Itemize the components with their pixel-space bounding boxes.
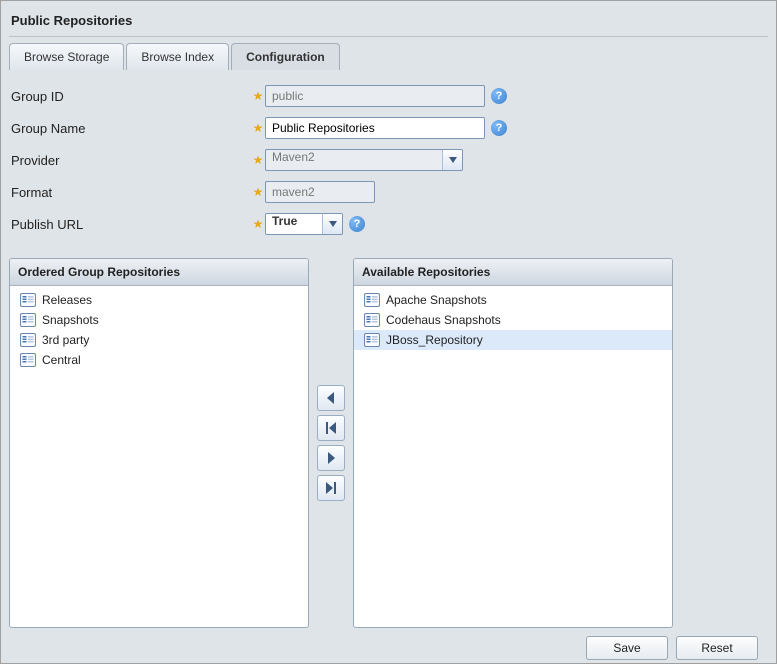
repository-icon — [20, 293, 36, 307]
tab-configuration[interactable]: Configuration — [231, 43, 340, 70]
required-icon: ★ — [251, 89, 265, 103]
reset-button[interactable]: Reset — [676, 636, 758, 660]
repository-icon — [364, 293, 380, 307]
list-item[interactable]: Snapshots — [10, 310, 308, 330]
required-icon: ★ — [251, 185, 265, 199]
publish-url-select[interactable]: True — [265, 213, 343, 235]
required-icon: ★ — [251, 217, 265, 231]
list-item[interactable]: JBoss_Repository — [354, 330, 672, 350]
help-icon[interactable]: ? — [491, 120, 507, 136]
provider-label: Provider — [11, 153, 251, 168]
format-label: Format — [11, 185, 251, 200]
required-icon: ★ — [251, 121, 265, 135]
save-button[interactable]: Save — [586, 636, 668, 660]
list-item-label: JBoss_Repository — [386, 333, 483, 347]
help-icon[interactable]: ? — [349, 216, 365, 232]
move-all-left-button[interactable] — [317, 415, 345, 441]
available-list-header: Available Repositories — [354, 259, 672, 286]
repository-icon — [20, 333, 36, 347]
list-item-label: Apache Snapshots — [386, 293, 487, 307]
tab-browse-index[interactable]: Browse Index — [126, 43, 229, 70]
chevron-down-icon[interactable] — [322, 214, 342, 234]
config-form: Group ID ★ public ? Group Name ★ ? Provi… — [9, 70, 768, 240]
group-name-field[interactable] — [265, 117, 485, 139]
list-item[interactable]: Apache Snapshots — [354, 290, 672, 310]
ordered-repos-list: Ordered Group Repositories Releases Snaps… — [9, 258, 309, 628]
provider-select: Maven2 — [265, 149, 463, 171]
publish-url-label: Publish URL — [11, 217, 251, 232]
transfer-picker: Ordered Group Repositories Releases Snaps… — [9, 258, 768, 628]
repository-icon — [364, 333, 380, 347]
move-left-button[interactable] — [317, 385, 345, 411]
list-item-label: Codehaus Snapshots — [386, 313, 501, 327]
available-repos-list: Available Repositories Apache Snapshots C… — [353, 258, 673, 628]
required-icon: ★ — [251, 153, 265, 167]
format-field: maven2 — [265, 181, 375, 203]
transfer-buttons — [317, 385, 345, 501]
list-item[interactable]: 3rd party — [10, 330, 308, 350]
repository-icon — [364, 313, 380, 327]
ordered-list-header: Ordered Group Repositories — [10, 259, 308, 286]
group-id-field: public — [265, 85, 485, 107]
available-list-body[interactable]: Apache Snapshots Codehaus Snapshots JBoss_… — [354, 286, 672, 627]
footer-buttons: Save Reset — [9, 628, 768, 660]
group-name-label: Group Name — [11, 121, 251, 136]
group-id-label: Group ID — [11, 89, 251, 104]
list-item[interactable]: Codehaus Snapshots — [354, 310, 672, 330]
chevron-down-icon — [442, 150, 462, 170]
list-item[interactable]: Central — [10, 350, 308, 370]
panel-title: Public Repositories — [9, 9, 768, 37]
help-icon[interactable]: ? — [491, 88, 507, 104]
move-all-right-button[interactable] — [317, 475, 345, 501]
tab-bar: Browse Storage Browse Index Configuratio… — [9, 37, 768, 70]
list-item-label: Central — [42, 353, 81, 367]
repository-config-panel: Public Repositories Browse Storage Brows… — [9, 9, 768, 660]
repository-icon — [20, 353, 36, 367]
list-item-label: Releases — [42, 293, 92, 307]
ordered-list-body[interactable]: Releases Snapshots 3rd party Central — [10, 286, 308, 627]
list-item[interactable]: Releases — [10, 290, 308, 310]
list-item-label: 3rd party — [42, 333, 89, 347]
list-item-label: Snapshots — [42, 313, 99, 327]
tab-browse-storage[interactable]: Browse Storage — [9, 43, 124, 70]
move-right-button[interactable] — [317, 445, 345, 471]
repository-icon — [20, 313, 36, 327]
